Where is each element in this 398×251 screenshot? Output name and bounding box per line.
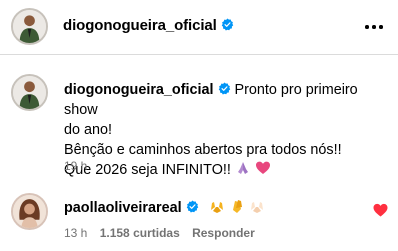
- verified-badge-icon: [186, 200, 198, 213]
- comment-timestamp: 13 h: [64, 226, 88, 240]
- commenter-avatar[interactable]: [11, 193, 48, 230]
- clapping-hands-icon: [232, 200, 242, 213]
- verified-badge-icon: [218, 82, 230, 95]
- commenter-avatar-image: [13, 195, 46, 228]
- comment-meta: 13 h 1.158 curtidas Responder: [64, 226, 264, 240]
- raising-hands-icon: [210, 202, 223, 213]
- caption-author-avatar[interactable]: [11, 74, 48, 111]
- header-divider: [0, 54, 398, 55]
- caption-text-line2: do ano!: [64, 122, 113, 138]
- post-author-name[interactable]: diogonogueira_oficial: [63, 17, 217, 34]
- caption-author-username[interactable]: diogonogueira_oficial: [64, 82, 214, 98]
- post-caption: diogonogueira_oficial Pronto pro primeir…: [64, 80, 389, 180]
- caption-timestamp: 19 h: [64, 159, 88, 173]
- comment-body: paollaoliveirareal: [64, 198, 265, 218]
- caption-text-line4: Que 2026 seja INFINITO!!: [64, 162, 231, 178]
- author-avatar-image: [13, 10, 46, 43]
- pink-heart-icon: [255, 161, 270, 174]
- post-author-username[interactable]: diogonogueira_oficial: [63, 17, 234, 34]
- praying-hands-icon: [237, 162, 248, 174]
- comment-likes-count[interactable]: 1.158 curtidas: [100, 226, 180, 240]
- author-avatar[interactable]: [11, 8, 48, 45]
- verified-badge-icon: [221, 18, 233, 31]
- reply-button[interactable]: Responder: [192, 226, 255, 240]
- caption-avatar-image: [13, 76, 46, 109]
- ellipsis-icon[interactable]: [364, 17, 384, 37]
- caption-text-line3: Bênção e caminhos abertos pra todos nós!…: [64, 142, 342, 158]
- heart-icon[interactable]: [373, 203, 388, 217]
- raising-hands-light-icon: [250, 202, 263, 213]
- comment-author-username[interactable]: paollaoliveirareal: [64, 200, 182, 216]
